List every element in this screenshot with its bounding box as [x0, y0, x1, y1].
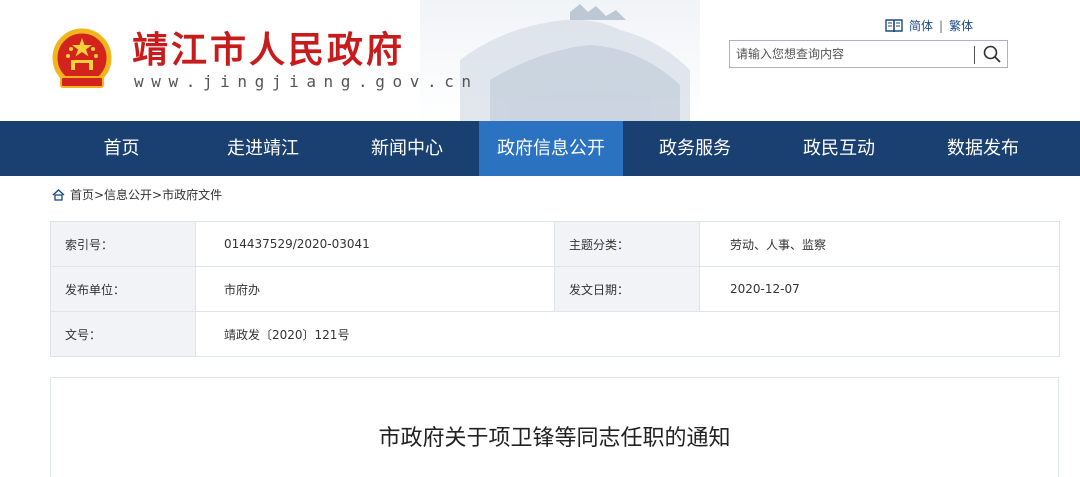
topic-label: 主题分类：	[554, 221, 700, 267]
document-number-label: 文号：	[50, 311, 196, 357]
site-name: 靖江市人民政府	[132, 29, 406, 71]
main-nav: 首页 走进靖江 新闻中心 政府信息公开 政务服务 政民互动 数据发布	[0, 121, 1080, 176]
publisher-label: 发布单位：	[50, 266, 196, 312]
search-button[interactable]	[976, 41, 1008, 67]
table-row: 文号： 靖政发〔2020〕121号	[50, 311, 1060, 357]
site-url: www.jingjiang.gov.cn	[134, 72, 479, 91]
breadcrumb: 首页>信息公开>市政府文件	[52, 186, 222, 203]
nav-item-home[interactable]: 首页	[52, 121, 191, 176]
national-emblem-icon	[52, 28, 112, 88]
index-value: 014437529/2020-03041	[195, 221, 555, 267]
search-box	[729, 40, 1008, 68]
table-row: 索引号： 014437529/2020-03041 主题分类： 劳动、人事、监察	[50, 221, 1060, 267]
language-switcher: 简体 | 繁体	[885, 17, 973, 34]
book-icon	[885, 18, 903, 32]
nav-item-government-info[interactable]: 政府信息公开	[479, 121, 623, 176]
topic-value: 劳动、人事、监察	[699, 221, 1060, 267]
lang-separator: |	[939, 18, 944, 33]
search-input[interactable]	[730, 41, 973, 67]
landscape-background-icon	[420, 0, 700, 121]
breadcrumb-path[interactable]: 首页>信息公开>市政府文件	[70, 186, 222, 203]
date-label: 发文日期：	[554, 266, 700, 312]
document-number-value: 靖政发〔2020〕121号	[195, 311, 1060, 357]
nav-item-news-center[interactable]: 新闻中心	[335, 121, 479, 176]
search-divider	[974, 46, 975, 64]
index-label: 索引号：	[50, 221, 196, 267]
search-icon	[983, 45, 1001, 63]
article-title: 市政府关于项卫锋等同志任职的通知	[378, 426, 731, 451]
date-value: 2020-12-07	[699, 266, 1060, 312]
simplified-chinese-link[interactable]: 简体	[909, 17, 933, 34]
nav-item-government-services[interactable]: 政务服务	[623, 121, 767, 176]
nav-item-public-interaction[interactable]: 政民互动	[767, 121, 911, 176]
nav-item-data-release[interactable]: 数据发布	[911, 121, 1055, 176]
document-info-table: 索引号： 014437529/2020-03041 主题分类： 劳动、人事、监察…	[50, 221, 1060, 357]
article-box: 市政府关于项卫锋等同志任职的通知	[50, 377, 1059, 477]
publisher-value: 市府办	[195, 266, 555, 312]
site-header: 靖江市人民政府 www.jingjiang.gov.cn 简体 | 繁体	[0, 0, 1080, 121]
traditional-chinese-link[interactable]: 繁体	[949, 17, 973, 34]
table-row: 发布单位： 市府办 发文日期： 2020-12-07	[50, 266, 1060, 312]
home-icon	[52, 188, 65, 201]
nav-item-about-jingjiang[interactable]: 走进靖江	[191, 121, 335, 176]
